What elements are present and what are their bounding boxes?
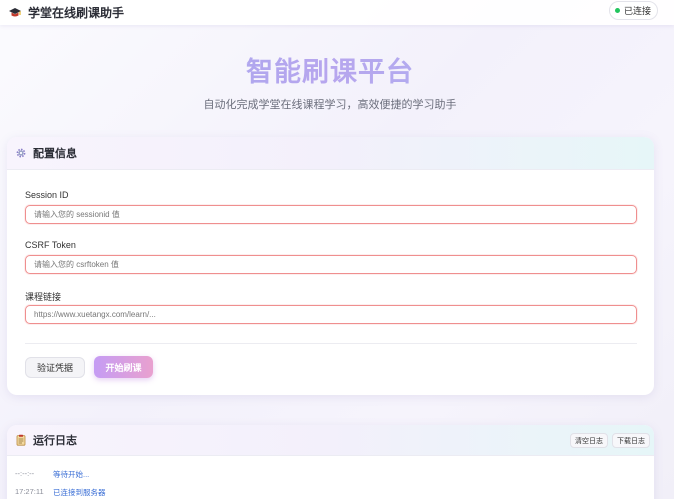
log-card: 运行日志 清空日志 下载日志 --:--:-- 等待开始... 17:27:11… — [7, 425, 654, 499]
csrf-token-label: CSRF Token — [25, 240, 76, 250]
config-card-header: 配置信息 — [7, 137, 654, 170]
log-entry-time: 17:27:11 — [15, 487, 44, 496]
session-id-input[interactable] — [25, 205, 637, 224]
connection-status-text: 已连接 — [623, 6, 651, 16]
verify-credentials-button[interactable]: 验证凭据 — [25, 357, 85, 378]
csrf-token-input[interactable] — [25, 255, 637, 274]
form-divider — [25, 343, 637, 344]
course-link-label: 课程链接 — [25, 292, 62, 302]
hero-subtitle: 自动化完成学堂在线课程学习，高效便捷的学习助手 — [203, 99, 457, 111]
app-title: 学堂在线刷课助手 — [28, 6, 125, 20]
log-entry: --:--:-- 等待开始... — [15, 469, 89, 480]
download-log-button[interactable]: 下载日志 — [612, 433, 650, 448]
graduation-cap-icon — [8, 6, 22, 20]
config-card: 配置信息 Session ID CSRF Token 课程链接 验证凭据 开始刷… — [7, 137, 654, 395]
log-entry-message: 等待开始... — [53, 470, 90, 479]
log-card-title: 运行日志 — [33, 435, 77, 447]
hero-title: 智能刷课平台 — [0, 50, 660, 89]
log-entry: 17:27:11 已连接到服务器 — [15, 487, 106, 498]
course-link-input[interactable] — [25, 305, 637, 324]
top-bar: 学堂在线刷课助手 已连接 — [0, 0, 674, 25]
clear-log-button[interactable]: 清空日志 — [570, 433, 608, 448]
log-entry-message: 已连接到服务器 — [53, 488, 106, 497]
start-course-button[interactable]: 开始刷课 — [94, 356, 153, 378]
config-card-title: 配置信息 — [33, 148, 77, 160]
gear-icon — [15, 147, 27, 159]
log-entry-time: --:--:-- — [15, 469, 35, 478]
log-card-header: 运行日志 — [7, 425, 654, 456]
clipboard-icon — [15, 434, 27, 446]
session-id-label: Session ID — [25, 190, 69, 200]
status-dot-icon — [614, 8, 620, 13]
connection-status-badge: 已连接 — [608, 1, 658, 20]
